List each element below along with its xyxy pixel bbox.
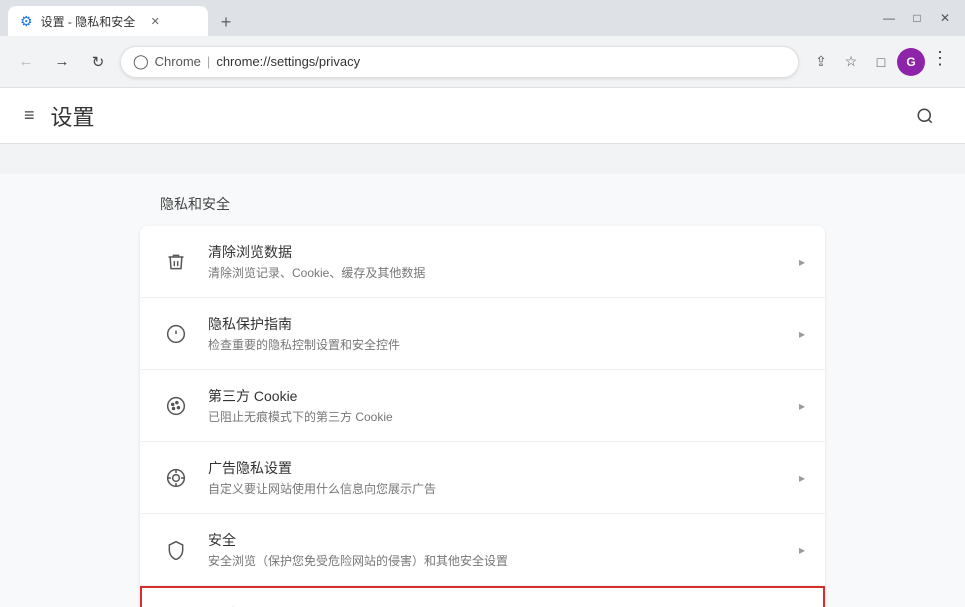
tab-title: 设置 - 隐私和安全 xyxy=(41,13,136,30)
item-arrow-icon: ▸ xyxy=(799,543,805,557)
item-icon-privacy-guide xyxy=(160,318,192,350)
item-icon-cookie xyxy=(160,390,192,422)
address-bar: ← → ↻ ◯ Chrome | chrome://settings/priva… xyxy=(0,36,965,88)
item-arrow-icon: ▸ xyxy=(799,399,805,413)
title-bar: ⚙ 设置 - 隐私和安全 ✕ + — □ ✕ xyxy=(0,0,965,36)
maximize-button[interactable]: □ xyxy=(905,6,929,30)
profile-button[interactable]: G xyxy=(897,48,925,76)
url-separator: | xyxy=(207,54,210,69)
tab-strip: ⚙ 设置 - 隐私和安全 ✕ + xyxy=(8,0,443,36)
item-text-cookie: 第三方 Cookie 已阻止无痕模式下的第三方 Cookie xyxy=(208,386,799,425)
item-icon-security xyxy=(160,534,192,566)
list-item[interactable]: 安全 安全浏览（保护您免受危险网站的侵害）和其他安全设置 ▸ xyxy=(140,514,825,586)
list-item-site-settings[interactable]: 网站设置 控制网站可以使用和显示什么信息（如位置信息、摄像头、弹出式窗口及其他）… xyxy=(140,586,825,607)
new-tab-button[interactable]: + xyxy=(212,8,240,36)
item-arrow-icon: ▸ xyxy=(799,327,805,341)
item-text-security: 安全 安全浏览（保护您免受危险网站的侵害）和其他安全设置 xyxy=(208,530,799,569)
section-title: 隐私和安全 xyxy=(0,174,965,226)
item-desc: 清除浏览记录、Cookie、缓存及其他数据 xyxy=(208,264,799,281)
active-tab[interactable]: ⚙ 设置 - 隐私和安全 ✕ xyxy=(8,6,208,36)
browser-window: ⚙ 设置 - 隐私和安全 ✕ + — □ ✕ ← → ↻ ◯ Chrome | … xyxy=(0,0,965,607)
chrome-menu-button[interactable]: ⋮ xyxy=(927,48,953,76)
url-brand: Chrome xyxy=(155,54,201,69)
item-desc: 检查重要的隐私控制设置和安全控件 xyxy=(208,336,799,353)
minimize-button[interactable]: — xyxy=(877,6,901,30)
url-path: chrome://settings/privacy xyxy=(216,54,360,69)
item-desc: 已阻止无痕模式下的第三方 Cookie xyxy=(208,408,799,425)
close-button[interactable]: ✕ xyxy=(933,6,957,30)
settings-list: 清除浏览数据 清除浏览记录、Cookie、缓存及其他数据 ▸ 隐私保护指南 检查… xyxy=(140,226,825,607)
back-button[interactable]: ← xyxy=(12,48,40,76)
item-title: 清除浏览数据 xyxy=(208,242,799,262)
item-title: 隐私保护指南 xyxy=(208,314,799,334)
page-title: 设置 xyxy=(51,100,95,132)
tab-favicon: ⚙ xyxy=(20,13,33,30)
search-button[interactable] xyxy=(909,100,941,132)
share-button[interactable]: ⇪ xyxy=(807,48,835,76)
list-item[interactable]: 清除浏览数据 清除浏览记录、Cookie、缓存及其他数据 ▸ xyxy=(140,226,825,298)
item-title: 广告隐私设置 xyxy=(208,458,799,478)
scroll-indicator xyxy=(0,144,965,174)
address-actions: ⇪ ☆ □ G ⋮ xyxy=(807,48,953,76)
tab-close-button[interactable]: ✕ xyxy=(147,13,163,29)
item-icon-clear-browsing xyxy=(160,246,192,278)
list-item[interactable]: 隐私保护指南 检查重要的隐私控制设置和安全控件 ▸ xyxy=(140,298,825,370)
item-text-clear-browsing: 清除浏览数据 清除浏览记录、Cookie、缓存及其他数据 xyxy=(208,242,799,281)
item-arrow-icon: ▸ xyxy=(799,471,805,485)
list-item[interactable]: 第三方 Cookie 已阻止无痕模式下的第三方 Cookie ▸ xyxy=(140,370,825,442)
reload-button[interactable]: ↻ xyxy=(84,48,112,76)
item-text-ad-privacy: 广告隐私设置 自定义要让网站使用什么信息向您展示广告 xyxy=(208,458,799,497)
window-controls: — □ ✕ xyxy=(877,6,957,30)
sidebar-toggle-button[interactable]: ≡ xyxy=(24,105,35,126)
page-content: ≡ 设置 隐私和安全 xyxy=(0,88,965,607)
url-bar[interactable]: ◯ Chrome | chrome://settings/privacy xyxy=(120,46,799,78)
item-arrow-icon: ▸ xyxy=(799,255,805,269)
item-desc: 自定义要让网站使用什么信息向您展示广告 xyxy=(208,480,799,497)
settings-header: ≡ 设置 xyxy=(0,88,965,144)
item-text-privacy-guide: 隐私保护指南 检查重要的隐私控制设置和安全控件 xyxy=(208,314,799,353)
item-title: 安全 xyxy=(208,530,799,550)
search-icon xyxy=(916,107,934,125)
item-title: 第三方 Cookie xyxy=(208,386,799,406)
item-desc: 安全浏览（保护您免受危险网站的侵害）和其他安全设置 xyxy=(208,552,799,569)
site-icon: ◯ xyxy=(133,53,149,70)
list-item[interactable]: 广告隐私设置 自定义要让网站使用什么信息向您展示广告 ▸ xyxy=(140,442,825,514)
item-icon-ad-privacy xyxy=(160,462,192,494)
forward-button[interactable]: → xyxy=(48,48,76,76)
extension-button[interactable]: □ xyxy=(867,48,895,76)
main-area: 隐私和安全 清除浏览数据 清除浏览记录、Cookie、缓存及其他数据 ▸ xyxy=(0,144,965,607)
bookmark-button[interactable]: ☆ xyxy=(837,48,865,76)
